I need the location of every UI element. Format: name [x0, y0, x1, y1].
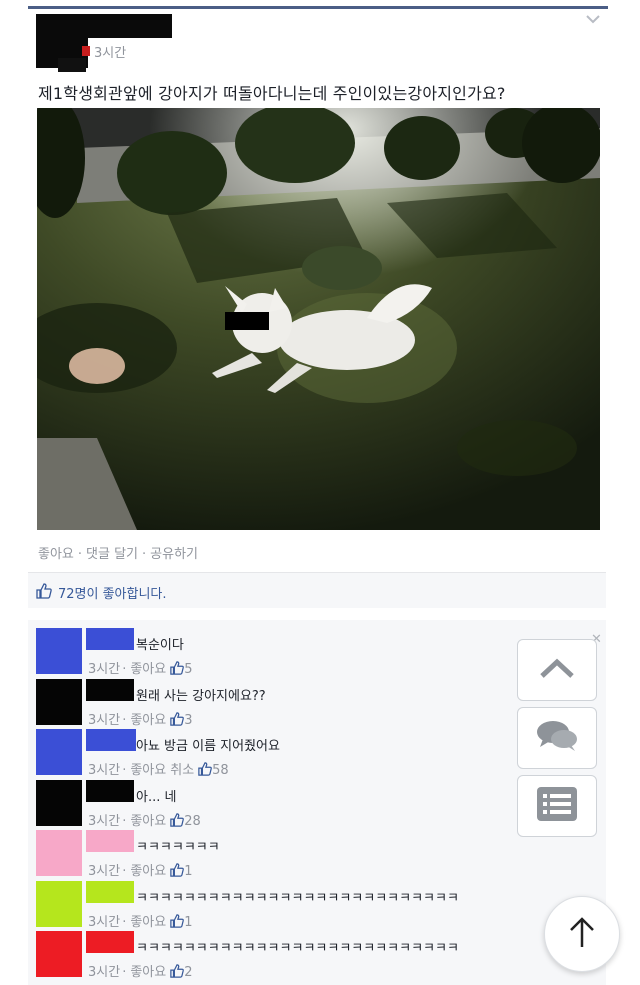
likes-count-text[interactable]: 72명이 좋아합니다.	[58, 583, 167, 602]
comment-like-button[interactable]: 좋아요	[130, 814, 166, 829]
comment-like-button[interactable]: 좋아요	[130, 763, 166, 778]
comment-cancel-button[interactable]: 취소	[170, 763, 194, 778]
comment-like-count[interactable]: 3	[184, 713, 192, 728]
comment-like-button[interactable]: 좋아요	[130, 662, 166, 677]
comment-avatar[interactable]	[36, 678, 82, 725]
separator: ·	[122, 763, 127, 778]
comment-meta: 3시간 · 좋아요 3	[88, 709, 193, 728]
post-text: 제1학생회관앞에 강아지가 떠돌아다니는데 주인이있는강아지인가요?	[38, 84, 506, 103]
separator: ·	[77, 547, 83, 562]
comment-author-redacted[interactable]	[86, 880, 134, 903]
comment-time[interactable]: 3시간	[88, 763, 120, 778]
comment-meta: 3시간 · 좋아요 1	[88, 911, 193, 930]
comment-text: ㅋㅋㅋㅋㅋㅋㅋ	[136, 840, 220, 855]
comment-meta: 3시간 · 좋아요 2	[88, 961, 193, 980]
comment-author-redacted[interactable]	[86, 779, 134, 802]
comment-author-redacted[interactable]	[86, 830, 134, 852]
comment-action[interactable]: 댓글 달기	[86, 547, 138, 562]
comment-like-count[interactable]: 1	[184, 864, 192, 879]
share-action[interactable]: 공유하기	[150, 547, 198, 562]
comment-author-redacted[interactable]	[86, 931, 134, 953]
separator: ·	[122, 965, 127, 980]
comment-like-count[interactable]: 28	[184, 814, 201, 829]
thumbs-up-icon	[166, 863, 185, 879]
separator: ·	[142, 547, 147, 562]
separator: ·	[122, 662, 127, 677]
comment-avatar[interactable]	[36, 779, 82, 826]
comment-time[interactable]: 3시간	[88, 713, 120, 728]
comment-avatar[interactable]	[36, 628, 82, 674]
comment-meta: 3시간 · 좋아요 1	[88, 860, 193, 879]
comment-text: 복순이다	[136, 638, 184, 653]
scroll-up-button[interactable]	[517, 639, 597, 701]
comment-author-redacted[interactable]	[86, 628, 134, 650]
comment-like-button[interactable]: 좋아요	[130, 915, 166, 930]
likes-summary-bar: 72명이 좋아합니다.	[28, 572, 606, 608]
comment-text: 아... 네	[136, 789, 177, 805]
comment-avatar[interactable]	[36, 880, 82, 927]
comment-avatar[interactable]	[36, 931, 82, 977]
comment-text: ㅋㅋㅋㅋㅋㅋㅋㅋㅋㅋㅋㅋㅋㅋㅋㅋㅋㅋㅋㅋㅋㅋㅋㅋㅋㅋㅋ	[136, 941, 459, 956]
separator: ·	[122, 864, 127, 879]
thumbs-up-icon	[166, 913, 185, 930]
chevron-up-icon	[539, 657, 575, 683]
post-options-chevron-icon[interactable]	[586, 12, 600, 28]
comment-meta: 3시간 · 좋아요 5	[88, 658, 193, 677]
thumbs-up-icon	[166, 661, 185, 677]
chat-bubbles-icon	[535, 719, 579, 757]
post-timestamp[interactable]: 3시간	[94, 42, 126, 61]
comment-time[interactable]: 3시간	[88, 864, 120, 879]
comment-like-count[interactable]: 5	[184, 662, 192, 677]
comment-avatar[interactable]	[36, 729, 82, 775]
comment-text: 아뇨 방금 이름 지어줬어요	[136, 739, 280, 754]
scroll-to-top-button[interactable]	[544, 896, 620, 972]
comment-author-redacted[interactable]	[86, 678, 134, 701]
comment-like-count[interactable]: 58	[212, 763, 229, 778]
thumbs-up-icon	[166, 812, 185, 829]
comment-time[interactable]: 3시간	[88, 662, 120, 677]
comment-row: ㅋㅋㅋㅋㅋㅋㅋㅋㅋㅋㅋㅋㅋㅋㅋㅋㅋㅋㅋㅋㅋㅋㅋㅋㅋㅋㅋ 3시간 · 좋아요 1	[28, 880, 606, 931]
comment-like-button[interactable]: 좋아요	[130, 965, 166, 980]
comment-like-count[interactable]: 1	[184, 915, 192, 930]
redaction-mark	[82, 46, 90, 56]
post-photo[interactable]	[37, 108, 600, 530]
comment-like-count[interactable]: 2	[184, 965, 192, 980]
comment-time[interactable]: 3시간	[88, 965, 120, 980]
thumbs-up-icon	[36, 583, 52, 603]
comment-row: ㅋㅋㅋㅋㅋㅋㅋㅋㅋㅋㅋㅋㅋㅋㅋㅋㅋㅋㅋㅋㅋㅋㅋㅋㅋㅋㅋ 3시간 · 좋아요 2	[28, 931, 606, 981]
comment-author-redacted[interactable]	[86, 729, 136, 751]
comment-time[interactable]: 3시간	[88, 814, 120, 829]
list-button[interactable]	[517, 775, 597, 837]
comment-text: 원래 사는 강아지에요??	[136, 688, 266, 704]
comment-text: ㅋㅋㅋㅋㅋㅋㅋㅋㅋㅋㅋㅋㅋㅋㅋㅋㅋㅋㅋㅋㅋㅋㅋㅋㅋㅋㅋ	[136, 890, 459, 906]
like-action[interactable]: 좋아요	[38, 547, 74, 562]
thumbs-up-icon	[166, 711, 185, 728]
comment-meta: 3시간 · 좋아요 28	[88, 810, 201, 829]
comment-row: ㅋㅋㅋㅋㅋㅋㅋ 3시간 · 좋아요 1	[28, 830, 606, 880]
comment-like-button[interactable]: 좋아요	[130, 713, 166, 728]
comment-avatar[interactable]	[36, 830, 82, 876]
post-actions: 좋아요 · 댓글 달기 · 공유하기	[38, 543, 198, 562]
separator: ·	[122, 813, 127, 829]
separator: ·	[122, 712, 127, 728]
separator: ·	[122, 914, 127, 930]
arrow-up-icon	[567, 915, 597, 953]
author-avatar-redacted-part	[58, 58, 86, 72]
post-top-border	[28, 6, 608, 9]
thumbs-up-icon	[166, 964, 185, 980]
thumbs-up-icon	[194, 762, 213, 778]
comment-like-button[interactable]: 좋아요	[130, 864, 166, 879]
comment-time[interactable]: 3시간	[88, 915, 120, 930]
chat-button[interactable]	[517, 707, 597, 769]
comment-meta: 3시간 · 좋아요 취소 58	[88, 759, 229, 778]
list-icon	[537, 787, 577, 825]
author-name-redacted[interactable]	[88, 14, 172, 38]
